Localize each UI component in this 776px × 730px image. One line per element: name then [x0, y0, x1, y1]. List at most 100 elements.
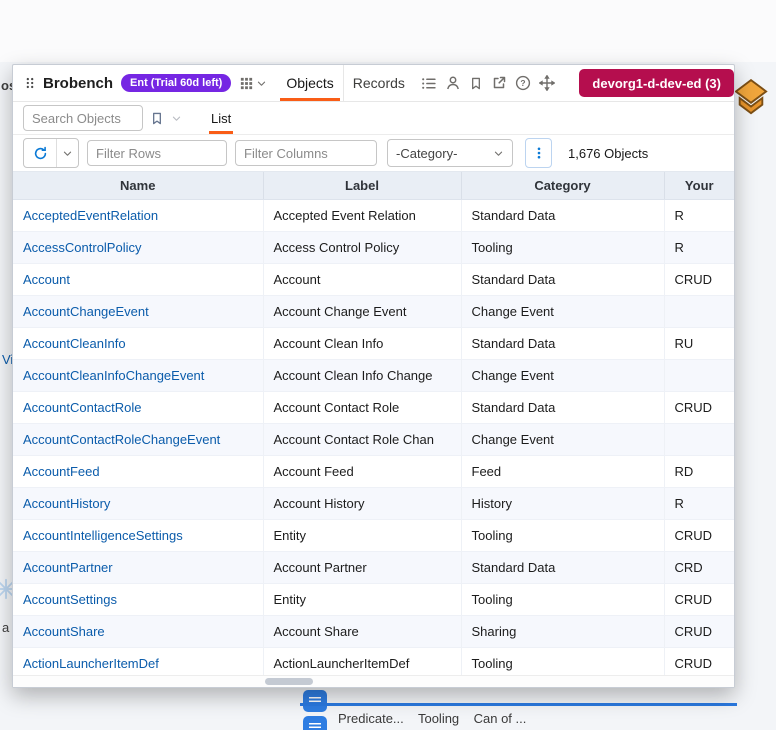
object-name-link[interactable]: AccountCleanInfo — [23, 336, 126, 351]
object-name-cell: AccountSettings — [13, 584, 263, 616]
object-label-cell: Account — [263, 264, 461, 296]
header-icons: ? — [420, 75, 555, 92]
table-toolbar: -Category- 1,676 Objects — [13, 135, 734, 171]
object-name-link[interactable]: AccountContactRole — [23, 400, 142, 415]
object-access-cell: R — [664, 200, 734, 232]
object-category-cell: Change Event — [461, 424, 664, 456]
object-name-cell: AccountContactRole — [13, 392, 263, 424]
background-row-icon — [303, 690, 327, 712]
object-label-cell: Account Clean Info Change — [263, 360, 461, 392]
chevron-down-icon[interactable] — [256, 78, 267, 89]
object-name-cell: AccountFeed — [13, 456, 263, 488]
column-header-category[interactable]: Category — [461, 172, 664, 200]
object-access-cell — [664, 424, 734, 456]
object-name-link[interactable]: AccountFeed — [23, 464, 100, 479]
category-select[interactable]: -Category- — [387, 139, 513, 167]
table-row: AccountSettingsEntityToolingCRUD — [13, 584, 734, 616]
bookmark-icon[interactable] — [150, 111, 164, 126]
refresh-button-group — [23, 138, 79, 168]
app-launcher-icon[interactable] — [239, 76, 254, 91]
filter-rows-input[interactable] — [87, 140, 227, 166]
object-name-cell: AccountChangeEvent — [13, 296, 263, 328]
bookmark-icon[interactable] — [469, 76, 483, 91]
object-name-link[interactable]: AccountCleanInfoChangeEvent — [23, 368, 204, 383]
object-name-link[interactable]: AccountContactRoleChangeEvent — [23, 432, 220, 447]
object-name-link[interactable]: Account — [23, 272, 70, 287]
objects-table: Name Label Category Your AcceptedEventRe… — [13, 171, 734, 675]
object-category-cell: Tooling — [461, 232, 664, 264]
object-category-cell: Feed — [461, 456, 664, 488]
object-label-cell: Entity — [263, 520, 461, 552]
object-category-cell: Standard Data — [461, 200, 664, 232]
column-header-name[interactable]: Name — [13, 172, 263, 200]
background-text-fragment: a — [2, 620, 9, 635]
filter-columns-input[interactable] — [235, 140, 377, 166]
object-access-cell: R — [664, 488, 734, 520]
table-row: AccountContactRoleAccount Contact RoleSt… — [13, 392, 734, 424]
table-row: AccountFeedAccount FeedFeedRD — [13, 456, 734, 488]
object-name-link[interactable]: AccountShare — [23, 624, 105, 639]
object-name-link[interactable]: AccessControlPolicy — [23, 240, 142, 255]
drag-handle-icon[interactable] — [23, 76, 37, 90]
tab-records[interactable]: Records — [343, 65, 414, 101]
object-name-link[interactable]: AccountChangeEvent — [23, 304, 149, 319]
object-category-cell: Standard Data — [461, 328, 664, 360]
object-name-link[interactable]: ActionLauncherItemDef — [23, 656, 159, 671]
object-name-cell: AccountContactRoleChangeEvent — [13, 424, 263, 456]
more-options-button[interactable] — [525, 138, 552, 168]
object-name-link[interactable]: AccountPartner — [23, 560, 113, 575]
object-category-cell: Standard Data — [461, 264, 664, 296]
column-header-label[interactable]: Label — [263, 172, 461, 200]
brobench-logo-icon[interactable] — [734, 79, 768, 119]
scrollbar-thumb[interactable] — [265, 678, 313, 685]
object-label-cell: Account Contact Role Chan — [263, 424, 461, 456]
object-name-link[interactable]: AccountIntelligenceSettings — [23, 528, 183, 543]
tab-list-view[interactable]: List — [209, 102, 233, 134]
object-name-link[interactable]: AccountSettings — [23, 592, 117, 607]
table-row: AccountShareAccount ShareSharingCRUD — [13, 616, 734, 648]
object-category-cell: Standard Data — [461, 392, 664, 424]
object-access-cell: CRUD — [664, 648, 734, 676]
object-label-cell: ActionLauncherItemDef — [263, 648, 461, 676]
search-row: List — [13, 102, 734, 135]
horizontal-scrollbar[interactable] — [13, 675, 734, 687]
object-access-cell: CRD — [664, 552, 734, 584]
svg-text:?: ? — [520, 78, 525, 88]
org-badge[interactable]: devorg1-d-dev-ed (3) — [579, 69, 734, 97]
main-tabs: Objects Records — [277, 65, 414, 101]
column-header-your-access[interactable]: Your — [664, 172, 734, 200]
table-row: AccountContactRoleChangeEvent Account Con… — [13, 424, 734, 456]
object-category-cell: Sharing — [461, 616, 664, 648]
object-label-cell: Account Change Event — [263, 296, 461, 328]
table-row: AccountPartnerAccount PartnerStandard Da… — [13, 552, 734, 584]
object-label-cell: Accepted Event Relation — [263, 200, 461, 232]
table-row: AccountHistoryAccount HistoryHistoryR — [13, 488, 734, 520]
object-category-cell: Tooling — [461, 584, 664, 616]
objects-table-container: Name Label Category Your AcceptedEventRe… — [13, 171, 734, 675]
object-label-cell: Access Control Policy — [263, 232, 461, 264]
chevron-down-icon[interactable] — [171, 113, 182, 124]
tab-objects[interactable]: Objects — [277, 65, 342, 101]
objects-table-body: AcceptedEventRelation Accepted Event Rela… — [13, 200, 734, 676]
table-row: AccountChangeEvent Account Change EventCh… — [13, 296, 734, 328]
object-category-cell: Tooling — [461, 648, 664, 676]
object-label-cell: Account History — [263, 488, 461, 520]
user-icon[interactable] — [445, 75, 461, 91]
help-icon[interactable]: ? — [515, 75, 531, 91]
object-name-cell: Account — [13, 264, 263, 296]
object-name-link[interactable]: AcceptedEventRelation — [23, 208, 158, 223]
object-name-cell: AccountPartner — [13, 552, 263, 584]
object-name-link[interactable]: AccountHistory — [23, 496, 110, 511]
brobench-popup: Brobench Ent (Trial 60d left) Obj — [12, 64, 735, 688]
refresh-button[interactable] — [24, 139, 57, 167]
search-objects-input[interactable] — [23, 105, 143, 131]
object-label-cell: Account Clean Info — [263, 328, 461, 360]
object-category-cell: Change Event — [461, 296, 664, 328]
app-title: Brobench — [43, 75, 113, 92]
popup-header: Brobench Ent (Trial 60d left) Obj — [13, 65, 734, 102]
refresh-options-chevron[interactable] — [57, 139, 78, 167]
move-icon[interactable] — [539, 75, 555, 91]
list-menu-icon[interactable] — [420, 75, 437, 92]
object-name-cell: AccountHistory — [13, 488, 263, 520]
open-external-icon[interactable] — [491, 75, 507, 91]
